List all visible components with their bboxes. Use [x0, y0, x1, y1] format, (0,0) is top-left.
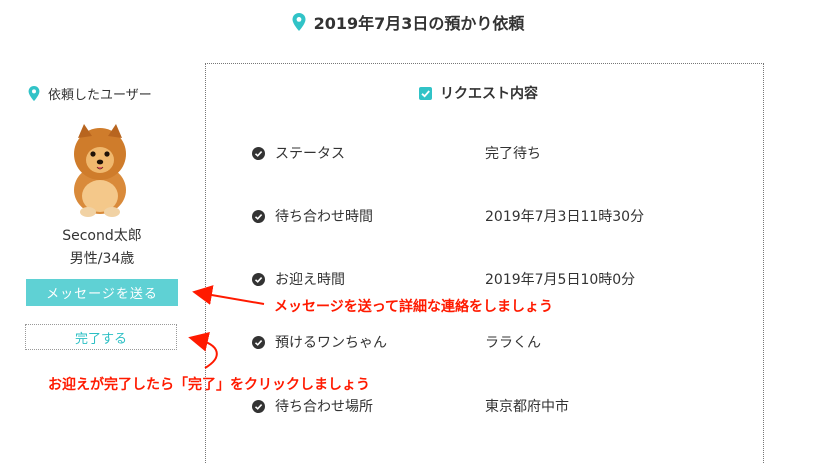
row-label-text: ステータス [275, 146, 345, 162]
page-title: 2019年7月3日の預かり依頼 [0, 8, 816, 36]
send-message-button[interactable]: メッセージを送る [26, 279, 178, 306]
row-value-pickup-time: 2019年7月5日10時0分 [485, 272, 636, 288]
row-label-text: 預けるワンちゃん [275, 335, 387, 351]
user-profile: 男性/34歳 [69, 251, 135, 267]
check-circle-icon [252, 209, 265, 223]
check-circle-icon [252, 272, 265, 286]
location-pin-icon [28, 85, 40, 101]
row-value-dog: ララくん [485, 335, 541, 351]
request-heading: リクエスト内容 [419, 83, 538, 103]
check-circle-icon [252, 146, 265, 160]
row-label-dog: 預けるワンちゃん [252, 332, 387, 352]
row-label-text: 待ち合わせ時間 [275, 209, 373, 225]
row-value-meeting-place: 東京都府中市 [485, 399, 569, 415]
complete-button[interactable]: 完了する [25, 324, 177, 350]
annotation-complete-hint: お迎えが完了したら「完了」をクリックしましょう [48, 377, 370, 393]
row-value-meeting-time: 2019年7月3日11時30分 [485, 209, 645, 225]
user-heading-text: 依頼したユーザー [48, 87, 152, 103]
request-heading-text: リクエスト内容 [440, 86, 538, 102]
user-name: Second太郎 [62, 228, 142, 244]
row-label-meeting-time: 待ち合わせ時間 [252, 206, 373, 226]
dog-avatar-image [74, 124, 126, 217]
checkbox-icon [419, 86, 432, 100]
check-circle-icon [252, 335, 265, 349]
user-section-heading: 依頼したユーザー [28, 83, 152, 103]
row-label-text: 待ち合わせ場所 [275, 399, 373, 415]
page-title-text: 2019年7月3日の預かり依頼 [313, 14, 525, 33]
check-circle-icon [252, 399, 265, 413]
row-label-status: ステータス [252, 143, 345, 163]
row-label-text: お迎え時間 [275, 272, 345, 288]
row-value-status: 完了待ち [485, 146, 541, 162]
row-label-pickup-time: お迎え時間 [252, 269, 345, 289]
row-label-meeting-place: 待ち合わせ場所 [252, 396, 373, 416]
location-pin-icon [292, 13, 306, 31]
avatar [62, 124, 138, 220]
annotation-message-hint: メッセージを送って詳細な連絡をしましょう [274, 299, 554, 315]
